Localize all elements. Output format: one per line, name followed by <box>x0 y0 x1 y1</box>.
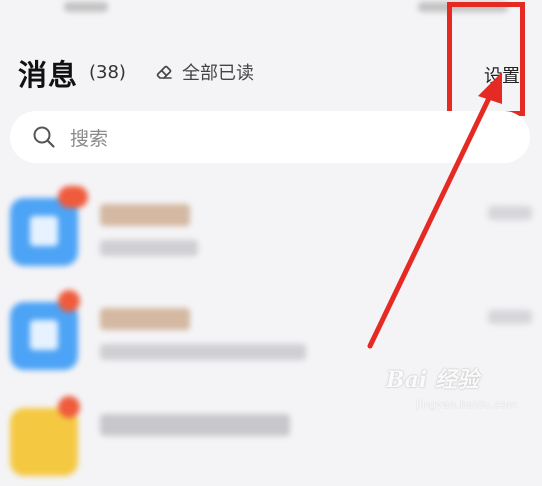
message-title <box>100 204 190 226</box>
avatar <box>10 302 78 370</box>
unread-badge <box>58 396 80 418</box>
message-time <box>488 206 532 220</box>
message-list <box>0 176 542 476</box>
mark-all-read-label: 全部已读 <box>182 63 254 84</box>
list-item[interactable] <box>0 386 542 486</box>
message-title <box>100 414 290 436</box>
status-bar <box>0 0 542 22</box>
message-title <box>100 308 190 330</box>
mark-all-read-button[interactable]: 全部已读 <box>154 61 254 84</box>
search-input[interactable]: 搜索 <box>10 111 530 163</box>
status-icons <box>418 2 508 12</box>
status-time <box>64 2 108 12</box>
avatar <box>10 408 78 476</box>
search-placeholder: 搜索 <box>70 127 109 150</box>
avatar <box>10 198 78 266</box>
eraser-icon <box>154 62 174 82</box>
search-icon <box>32 125 56 149</box>
unread-count: (38) <box>89 62 126 83</box>
unread-badge <box>58 290 80 312</box>
message-preview <box>100 240 198 256</box>
message-time <box>488 310 532 324</box>
list-item[interactable] <box>0 280 542 380</box>
message-preview <box>100 344 306 360</box>
list-item[interactable] <box>0 176 542 276</box>
settings-button[interactable]: 设置 <box>484 62 520 88</box>
page-title: 消息 <box>18 58 79 92</box>
header: 消息 (38) 全部已读 设置 <box>18 50 528 94</box>
unread-badge <box>58 186 88 208</box>
